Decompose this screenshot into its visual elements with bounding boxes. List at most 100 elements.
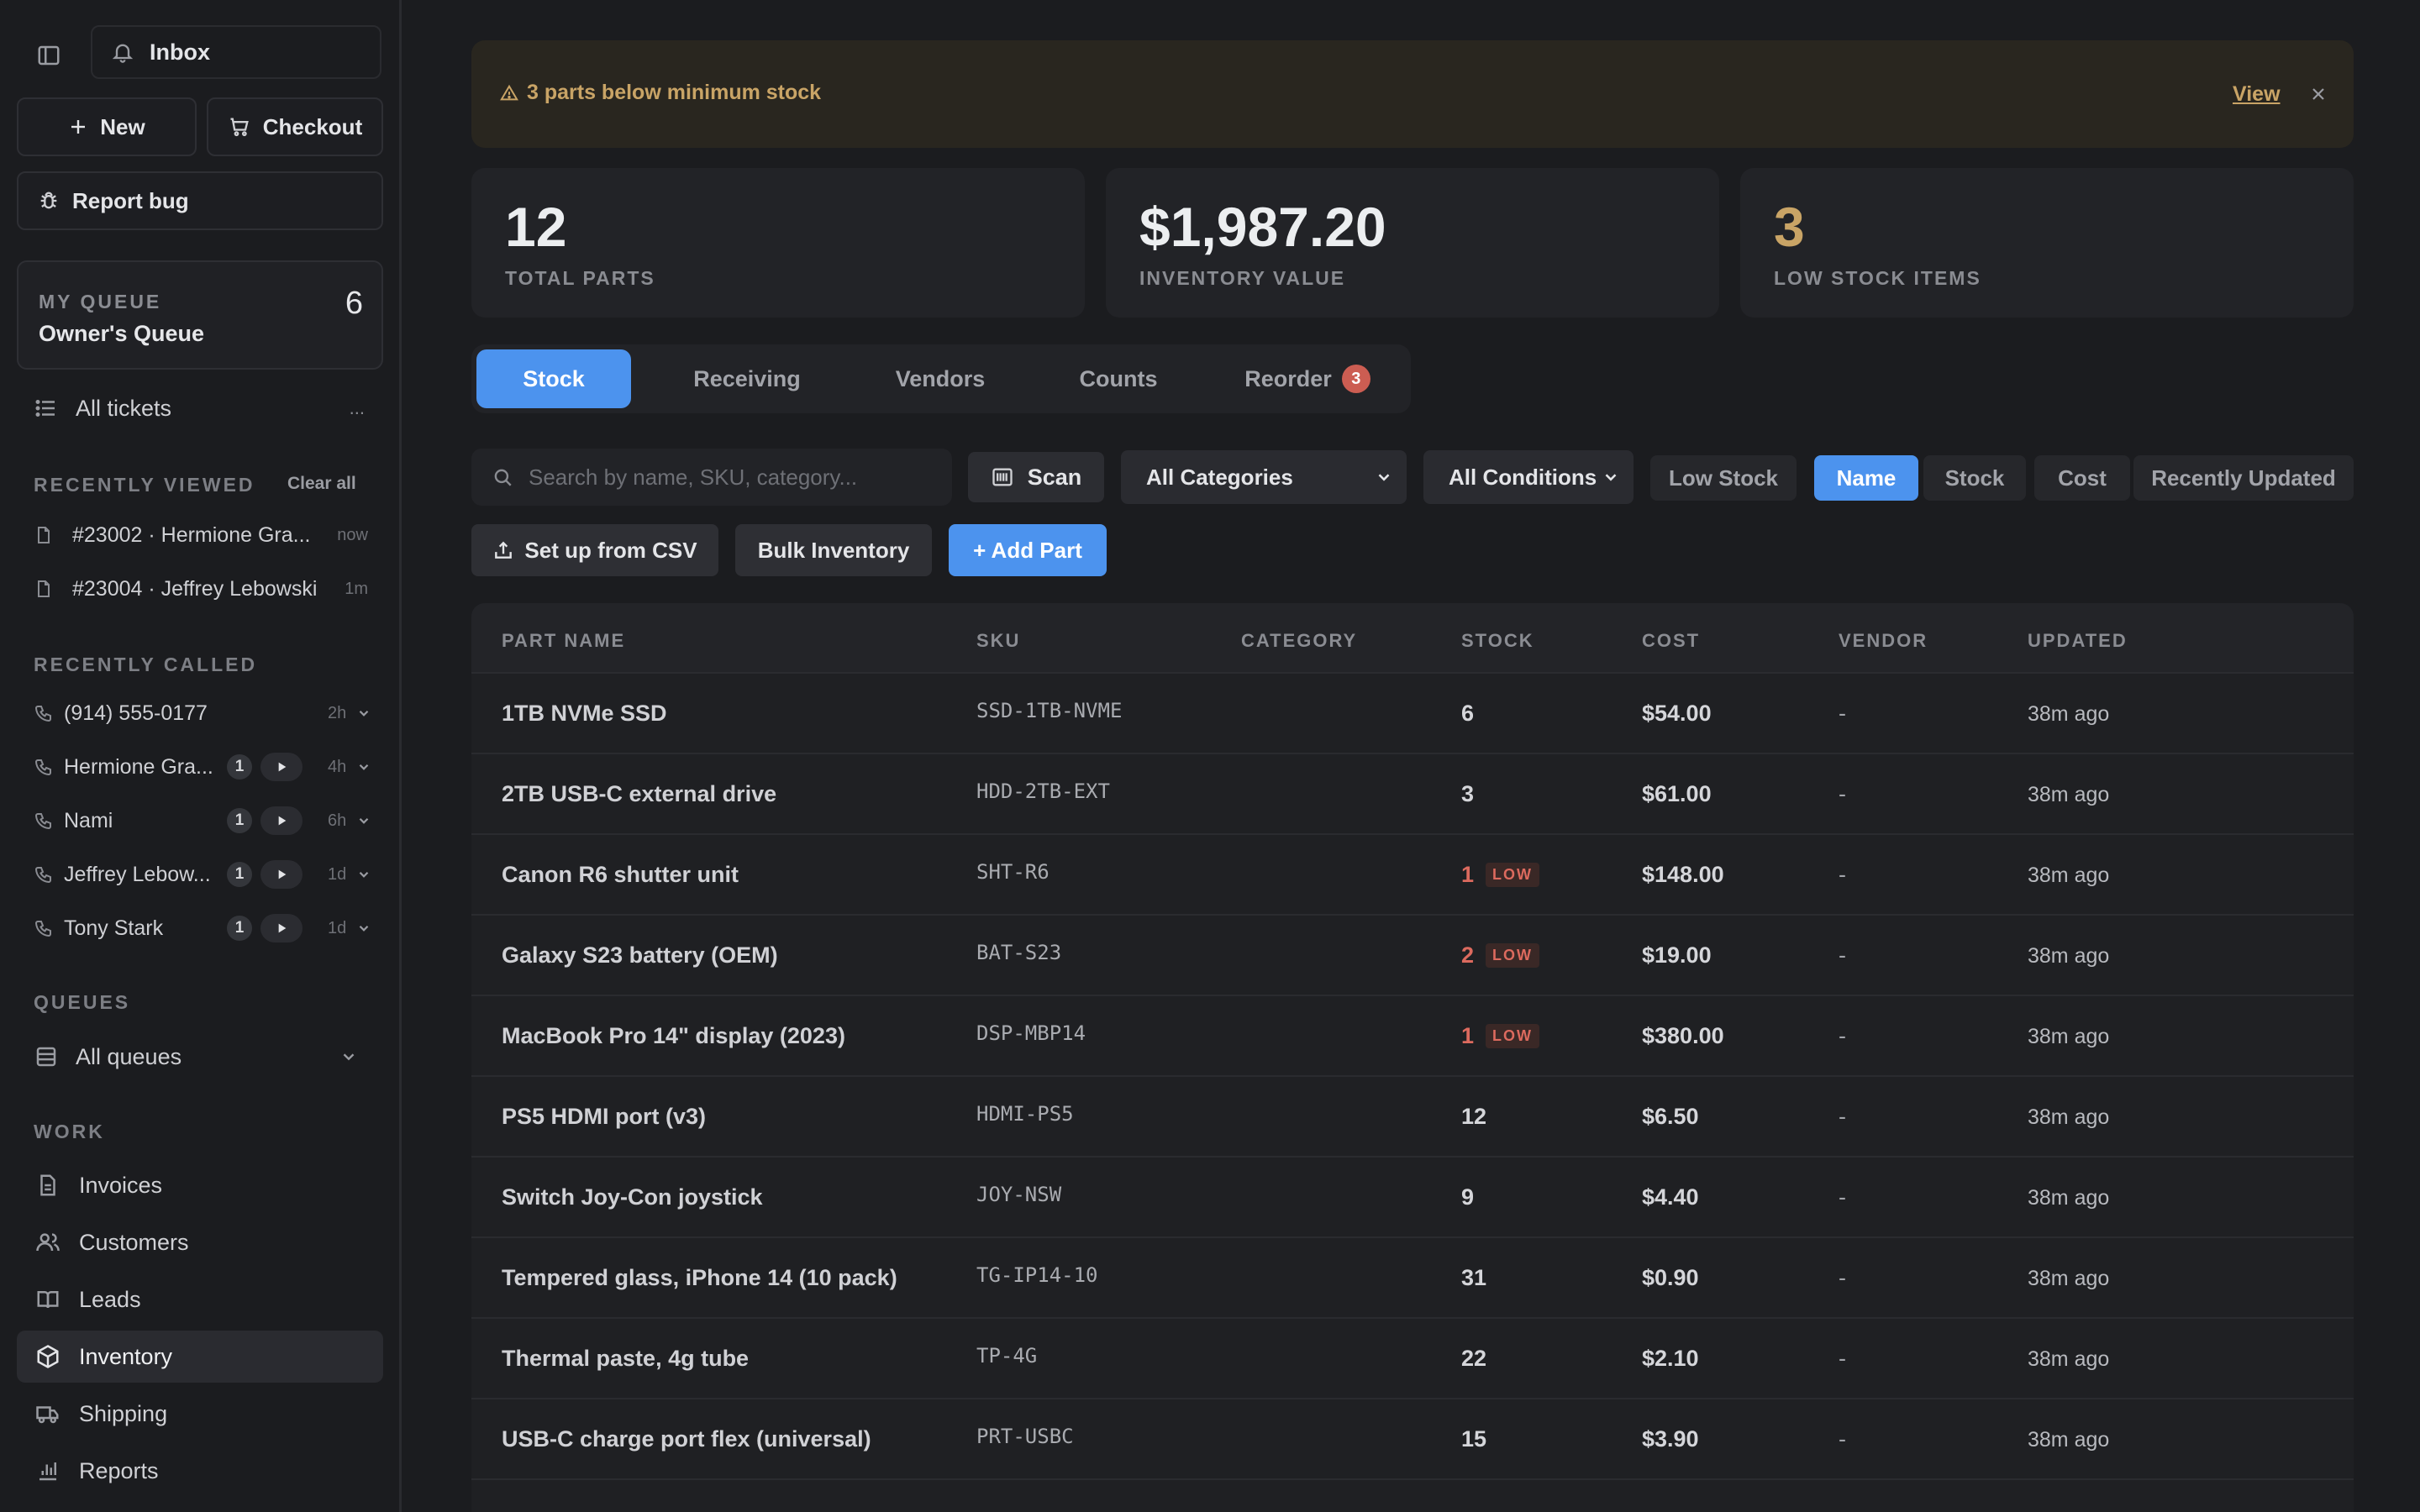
tab-stock[interactable]: Stock: [476, 349, 631, 408]
recently-viewed-item[interactable]: #23004 · Jeffrey Lebowski 1m: [34, 568, 378, 610]
stat-total-parts: 12 TOTAL PARTS: [471, 168, 1085, 318]
scan-button[interactable]: Scan: [968, 452, 1104, 502]
table-row[interactable]: Switch Joy-Con joystick JOY-NSW 9 $4.40 …: [471, 1158, 2354, 1238]
sidebar-item-inventory[interactable]: Inventory: [17, 1331, 383, 1383]
category-select[interactable]: All Categories: [1121, 450, 1407, 504]
sort-name[interactable]: Name: [1814, 455, 1918, 501]
phone-icon: [34, 918, 54, 938]
part-updated: 38m ago: [2028, 1025, 2110, 1048]
bulk-inventory-button[interactable]: Bulk Inventory: [735, 524, 932, 576]
tab-label: Counts: [1079, 365, 1158, 391]
sidebar-item-leads[interactable]: Leads: [17, 1273, 383, 1326]
play-icon[interactable]: [260, 860, 302, 889]
alert-view-link[interactable]: View: [2233, 82, 2281, 107]
play-icon[interactable]: [260, 914, 302, 942]
all-tickets-more-button[interactable]: ...: [350, 397, 365, 419]
table-row[interactable]: PS5 HDMI port (v3) HDMI-PS5 12 $6.50 - 3…: [471, 1077, 2354, 1158]
all-tickets-link[interactable]: All tickets ...: [34, 386, 378, 430]
col-stock[interactable]: STOCK: [1461, 630, 1534, 652]
all-queues-dropdown[interactable]: All queues: [34, 1035, 378, 1079]
part-name: Thermal paste, 4g tube: [502, 1346, 750, 1371]
sort-recently-updated[interactable]: Recently Updated: [2133, 455, 2354, 501]
recently-called-item[interactable]: Tony Stark 1 1d: [34, 907, 378, 949]
pill-label: Stock: [1944, 465, 2005, 491]
table-row[interactable]: 1TB NVMe SSD SSD-1TB-NVME 6 $54.00 - 38m…: [471, 674, 2354, 754]
recently-viewed-item[interactable]: #23002 · Hermione Gra... now: [34, 514, 378, 556]
stat-value: 12: [505, 196, 567, 258]
call-time: 1d: [328, 864, 347, 884]
sort-stock[interactable]: Stock: [1923, 455, 2026, 501]
stock-count: 12: [1461, 1104, 1487, 1129]
recently-called-item[interactable]: Jeffrey Lebow... 1 1d: [34, 853, 378, 895]
recently-called-item[interactable]: (914) 555-0177 2h: [34, 692, 378, 734]
sidebar-item-label: Inventory: [79, 1343, 173, 1369]
table-row[interactable]: Canon R6 shutter unit SHT-R6 1 LOW $148.…: [471, 835, 2354, 916]
sidebar-toggle-icon[interactable]: [30, 37, 67, 74]
chevron-down-icon: [339, 1047, 358, 1066]
part-vendor: -: [1839, 781, 1846, 806]
call-time: 2h: [328, 703, 347, 722]
table-row[interactable]: 2TB USB-C external drive HDD-2TB-EXT 3 $…: [471, 754, 2354, 835]
new-button[interactable]: New: [17, 97, 197, 156]
table-row[interactable]: MacBook Pro 14" display (2023) DSP-MBP14…: [471, 996, 2354, 1077]
table-row[interactable]: Thermal paste, 4g tube TP-4G 22 $2.10 - …: [471, 1319, 2354, 1399]
recently-called-item[interactable]: Hermione Gra... 1 4h: [34, 746, 378, 788]
checkout-button[interactable]: Checkout: [207, 97, 383, 156]
stock-count: 31: [1461, 1265, 1487, 1290]
sidebar-item-invoices[interactable]: Invoices: [17, 1159, 383, 1211]
tab-receiving[interactable]: Receiving: [650, 349, 844, 408]
plus-icon: [68, 117, 88, 137]
stock-count: 22: [1461, 1346, 1487, 1371]
my-queue-name: Owner's Queue: [39, 321, 204, 346]
add-part-button[interactable]: + Add Part: [949, 524, 1107, 576]
low-stock-badge: LOW: [1486, 1024, 1540, 1048]
stat-inventory-value: $1,987.20 INVENTORY VALUE: [1106, 168, 1719, 318]
col-updated[interactable]: UPDATED: [2028, 630, 2128, 652]
inbox-button[interactable]: Inbox: [91, 25, 381, 79]
chevron-down-icon[interactable]: [356, 921, 371, 936]
play-icon[interactable]: [260, 753, 302, 781]
col-sku[interactable]: SKU: [976, 630, 1020, 652]
recently-called-item[interactable]: Nami 1 6h: [34, 800, 378, 842]
stat-low-stock: 3 LOW STOCK ITEMS: [1740, 168, 2354, 318]
part-sku: DSP-MBP14: [976, 1021, 1086, 1045]
chevron-down-icon[interactable]: [356, 759, 371, 774]
tab-counts[interactable]: Counts: [1034, 349, 1202, 408]
part-vendor: -: [1839, 1184, 1846, 1210]
table-row[interactable]: Tempered glass, iPhone 14 (10 pack) TG-I…: [471, 1238, 2354, 1319]
col-category[interactable]: CATEGORY: [1241, 630, 1357, 652]
sidebar-item-shipping[interactable]: Shipping: [17, 1388, 383, 1440]
part-name: PS5 HDMI port (v3): [502, 1104, 707, 1129]
close-icon[interactable]: [2308, 84, 2328, 104]
part-sku: TG-IP14-10: [976, 1263, 1098, 1287]
col-part-name[interactable]: PART NAME: [502, 630, 625, 652]
chevron-down-icon: [1375, 468, 1393, 486]
low-stock-filter[interactable]: Low Stock: [1650, 455, 1797, 501]
sort-cost[interactable]: Cost: [2034, 455, 2130, 501]
chevron-down-icon[interactable]: [356, 813, 371, 828]
col-vendor[interactable]: VENDOR: [1839, 630, 1928, 652]
my-queue-card[interactable]: MY QUEUE Owner's Queue 6: [17, 260, 383, 370]
part-sku: SHT-R6: [976, 860, 1050, 884]
report-bug-button[interactable]: Report bug: [17, 171, 383, 230]
stock-count: 1: [1461, 862, 1475, 887]
col-cost[interactable]: COST: [1642, 630, 1700, 652]
sidebar-item-customers[interactable]: Customers: [17, 1216, 383, 1268]
chevron-down-icon[interactable]: [356, 706, 371, 721]
tab-vendors[interactable]: Vendors: [848, 349, 1033, 408]
upload-icon: [492, 539, 514, 561]
sidebar-item-reports[interactable]: Reports: [17, 1445, 383, 1497]
condition-select[interactable]: All Conditions: [1423, 450, 1634, 504]
chevron-down-icon[interactable]: [356, 867, 371, 882]
tab-reorder[interactable]: Reorder 3: [1211, 349, 1404, 408]
search-input[interactable]: [529, 464, 932, 491]
part-name: 2TB USB-C external drive: [502, 781, 777, 806]
sidebar-item-label: Leads: [79, 1286, 141, 1312]
clear-all-button[interactable]: Clear all: [287, 474, 356, 494]
setup-csv-button[interactable]: Set up from CSV: [471, 524, 718, 576]
search-field[interactable]: [471, 449, 952, 506]
play-icon[interactable]: [260, 806, 302, 835]
condition-select-value: All Conditions: [1449, 464, 1597, 490]
table-row[interactable]: USB-C charge port flex (universal) PRT-U…: [471, 1399, 2354, 1480]
table-row[interactable]: Galaxy S23 battery (OEM) BAT-S23 2 LOW $…: [471, 916, 2354, 996]
